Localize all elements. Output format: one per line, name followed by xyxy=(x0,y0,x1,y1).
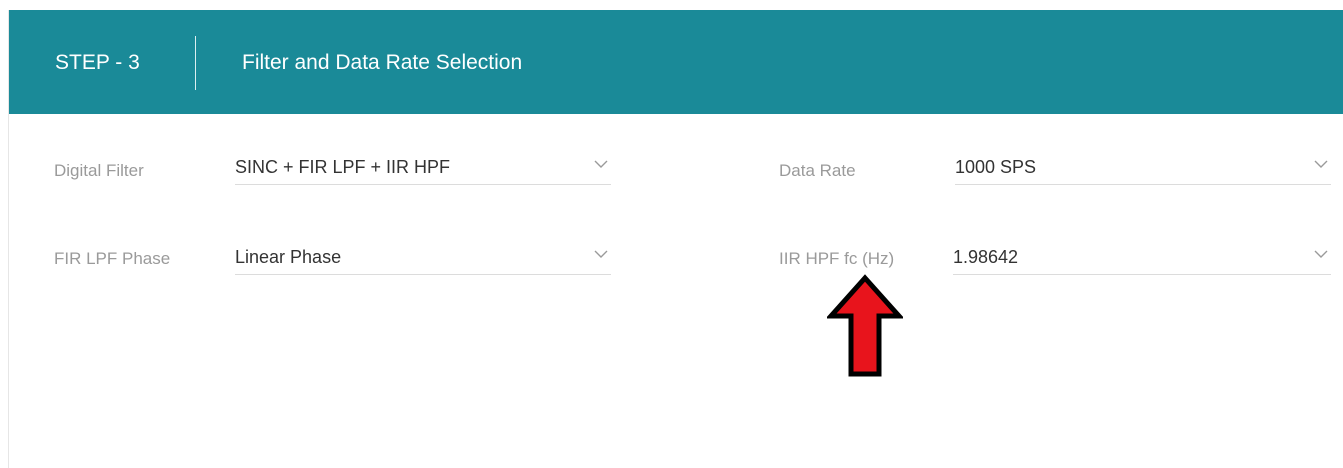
digital-filter-select[interactable]: SINC + FIR LPF + IIR HPF xyxy=(235,154,611,185)
arrow-up-icon xyxy=(827,274,903,377)
step-label: STEP - 3 xyxy=(55,51,140,74)
fir-lpf-phase-select[interactable]: Linear Phase xyxy=(235,244,611,275)
section-title: Filter and Data Rate Selection xyxy=(242,51,523,74)
iir-hpf-fc-value: 1.98642 xyxy=(953,247,1019,267)
step-header: STEP - 3 Filter and Data Rate Selection xyxy=(9,10,1343,114)
data-rate-value: 1000 SPS xyxy=(955,157,1037,177)
header-divider xyxy=(195,36,196,90)
fir-lpf-phase-label: FIR LPF Phase xyxy=(54,249,171,268)
data-rate-label: Data Rate xyxy=(779,161,856,180)
chevron-down-icon xyxy=(1314,250,1328,258)
digital-filter-value: SINC + FIR LPF + IIR HPF xyxy=(235,157,451,177)
filter-data-rate-panel: STEP - 3 Filter and Data Rate Selection … xyxy=(8,10,1343,468)
chevron-down-icon xyxy=(1314,160,1328,168)
chevron-down-icon xyxy=(594,250,608,258)
digital-filter-label: Digital Filter xyxy=(54,161,144,180)
chevron-down-icon xyxy=(594,160,608,168)
iir-hpf-fc-label: IIR HPF fc (Hz) xyxy=(779,249,895,268)
iir-hpf-fc-select[interactable]: 1.98642 xyxy=(953,244,1331,275)
fir-lpf-phase-value: Linear Phase xyxy=(235,247,342,267)
data-rate-select[interactable]: 1000 SPS xyxy=(955,154,1331,185)
